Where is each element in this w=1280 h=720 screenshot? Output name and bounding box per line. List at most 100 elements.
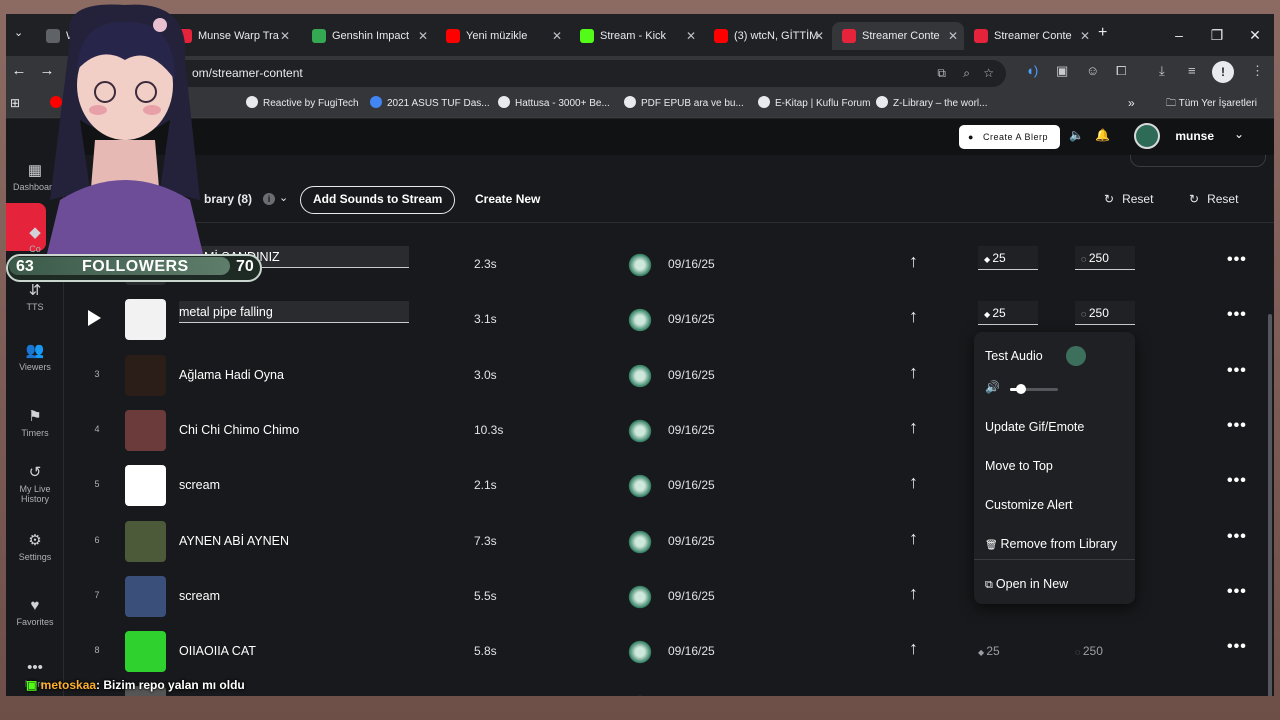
move-to-top-item[interactable]: Move to Top [985,459,1053,473]
create-new-button[interactable]: Create New [475,192,540,206]
extensions-puzzle-icon[interactable]: ⧠ [1116,63,1126,79]
reset-button-2[interactable]: ↻ Reset [1189,192,1238,206]
reset-button-1[interactable]: ↻ Reset [1104,192,1153,206]
volume-slider[interactable] [1010,384,1058,394]
sidebar-item[interactable]: ♥ Favorites [6,597,64,627]
library-dropdown[interactable]: brary (8) [204,192,252,206]
creator-avatar-icon[interactable] [627,307,653,334]
tab-close-icon[interactable]: ✕ [552,22,562,50]
more-options-icon[interactable]: ••• [1227,306,1247,324]
bookmark-item[interactable]: Reactive by FugiTech [246,96,359,109]
move-up-icon[interactable]: ↑ [909,638,918,659]
volume-knob[interactable] [1015,384,1026,394]
close-window-icon[interactable]: ✕ [1236,22,1274,48]
move-up-icon[interactable]: ↑ [909,417,918,438]
creator-avatar-icon[interactable] [627,694,653,696]
more-options-icon[interactable]: ••• [1227,638,1247,656]
more-options-icon[interactable]: ••• [1227,472,1247,490]
browser-tab[interactable]: Streamer Conte ✕ [964,22,1096,50]
bookmark-item[interactable]: Hattusa - 3000+ Be... [498,96,610,109]
search-box[interactable] [1130,155,1266,167]
add-sounds-button[interactable]: Add Sounds to Stream [300,186,456,214]
play-icon[interactable] [88,310,101,327]
cost-field[interactable]: ◆ 25 [978,301,1038,326]
volume-icon[interactable]: 🔈 [1069,128,1084,142]
browser-tab[interactable]: Streamer Conte ✕ [832,22,964,50]
browser-tab[interactable]: Genshin Impact ✕ [302,22,434,50]
menu-kebab-icon[interactable]: ⋮ [1251,63,1264,79]
move-up-icon[interactable]: ↑ [909,306,918,327]
more-options-icon[interactable]: ••• [1227,528,1247,546]
sidebar-item[interactable]: ⚑ Timers [6,407,64,438]
sidebar-item[interactable]: ↺ My Live History [6,463,64,504]
address-bar[interactable]: om/streamer-content ⧉ ⌕ ☆ [156,60,1006,87]
cooldown-field[interactable]: ◌ 250 [1075,246,1135,270]
media-control-icon[interactable]: ≡ [1188,63,1196,78]
avatar[interactable] [1134,123,1160,149]
tab-close-icon[interactable]: ✕ [280,22,290,50]
chevron-down-icon[interactable]: ⌄ [1234,127,1244,141]
download-icon[interactable]: ⤓ [1159,63,1165,79]
info-icon[interactable]: i [263,193,275,205]
all-bookmarks[interactable]: 🗀 Tüm Yer İşaretleri [1166,96,1257,113]
move-up-icon[interactable]: ↑ [909,528,918,549]
cooldown-field[interactable]: ◌ 250 [1075,301,1135,326]
tab-close-icon[interactable]: ✕ [686,22,696,50]
creator-avatar-icon[interactable] [627,362,653,389]
creator-avatar-icon[interactable] [627,252,653,278]
creator-avatar-icon[interactable] [627,417,653,444]
sound-title[interactable]: metal pipe falling [179,301,409,324]
new-tab-button[interactable]: + [1098,24,1107,42]
move-up-icon[interactable]: ↑ [909,583,918,604]
speaker-icon[interactable]: 🔊 [985,380,1000,394]
sidebar-item[interactable]: ⇵ TTS [6,281,64,312]
test-audio-label[interactable]: Test Audio [985,349,1043,363]
profile-icon[interactable]: ! [1212,61,1234,83]
browser-tab[interactable]: (3) wtcN, GİTTİM ✕ [704,22,830,50]
create-blerp-button[interactable]: Create A Blerp [958,125,1060,149]
zoom-icon[interactable]: ⌕ [963,60,970,87]
bookmark-item[interactable]: Z-Library – the worl... [876,96,987,109]
extension-audio-icon[interactable]: ◖) [1026,63,1038,78]
extension-screen-icon[interactable]: ▣ [1056,63,1068,79]
tab-close-icon[interactable]: ✕ [1080,22,1090,50]
scrollbar[interactable] [1268,314,1272,696]
sound-row[interactable]: 2.7s09/16/25↑◆ 25◌ 250••• [64,679,1274,696]
more-options-icon[interactable]: ••• [1227,583,1247,601]
move-up-icon[interactable]: ↑ [909,472,918,493]
library-chevron-icon[interactable]: ⌄ [279,191,288,204]
more-options-icon[interactable]: ••• [1227,417,1247,435]
username[interactable]: munse [1175,129,1214,143]
tab-search-icon[interactable]: ⌄ [14,26,23,39]
bell-icon[interactable]: 🔔 [1095,128,1110,142]
bookmark-item[interactable]: PDF EPUB ara ve bu... [624,96,744,109]
update-gif-item[interactable]: Update Gif/Emote [985,420,1084,434]
restore-icon[interactable]: ❐ [1198,22,1236,48]
install-icon[interactable]: ⧉ [937,60,946,87]
back-icon[interactable]: ← [8,62,30,79]
bookmark-star-icon[interactable]: ☆ [983,60,994,87]
tab-close-icon[interactable]: ✕ [814,22,824,50]
move-up-icon[interactable]: ↑ [909,693,918,696]
creator-avatar-icon[interactable] [627,528,653,555]
customize-alert-item[interactable]: Customize Alert [985,498,1073,512]
sidebar-item[interactable]: ⚙ Settings [6,531,64,562]
cost-field[interactable]: ◆ 25 [978,246,1038,270]
move-up-icon[interactable]: ↑ [909,251,918,272]
sidebar-item[interactable]: 👥 Viewers [6,341,64,372]
creator-avatar-icon[interactable] [627,473,653,500]
bookmark-item[interactable]: 2021 ASUS TUF Das... [370,96,490,109]
extension-face-icon[interactable]: ☺ [1086,63,1099,78]
sound-row[interactable]: 8 OIIAOIIA CAT 5.8s 09/16/25 ↑ ◆ 25 ◌ 250 ••• [64,624,1274,679]
tab-close-icon[interactable]: ✕ [418,22,428,50]
remove-from-library-item[interactable]: 🗑 Remove from Library [985,537,1117,551]
open-in-new-item[interactable]: ⧉ Open in New [985,577,1068,592]
apps-icon[interactable]: ⊞ [10,96,20,110]
more-options-icon[interactable]: ••• [1227,251,1247,269]
tab-close-icon[interactable]: ✕ [948,22,958,50]
bookmark-item[interactable]: E-Kitap | Kuflu Forum [758,96,870,109]
creator-avatar-icon[interactable] [627,583,653,610]
move-up-icon[interactable]: ↑ [909,362,918,383]
minimize-icon[interactable]: – [1160,22,1198,48]
bookmarks-overflow-icon[interactable]: » [1128,96,1135,110]
